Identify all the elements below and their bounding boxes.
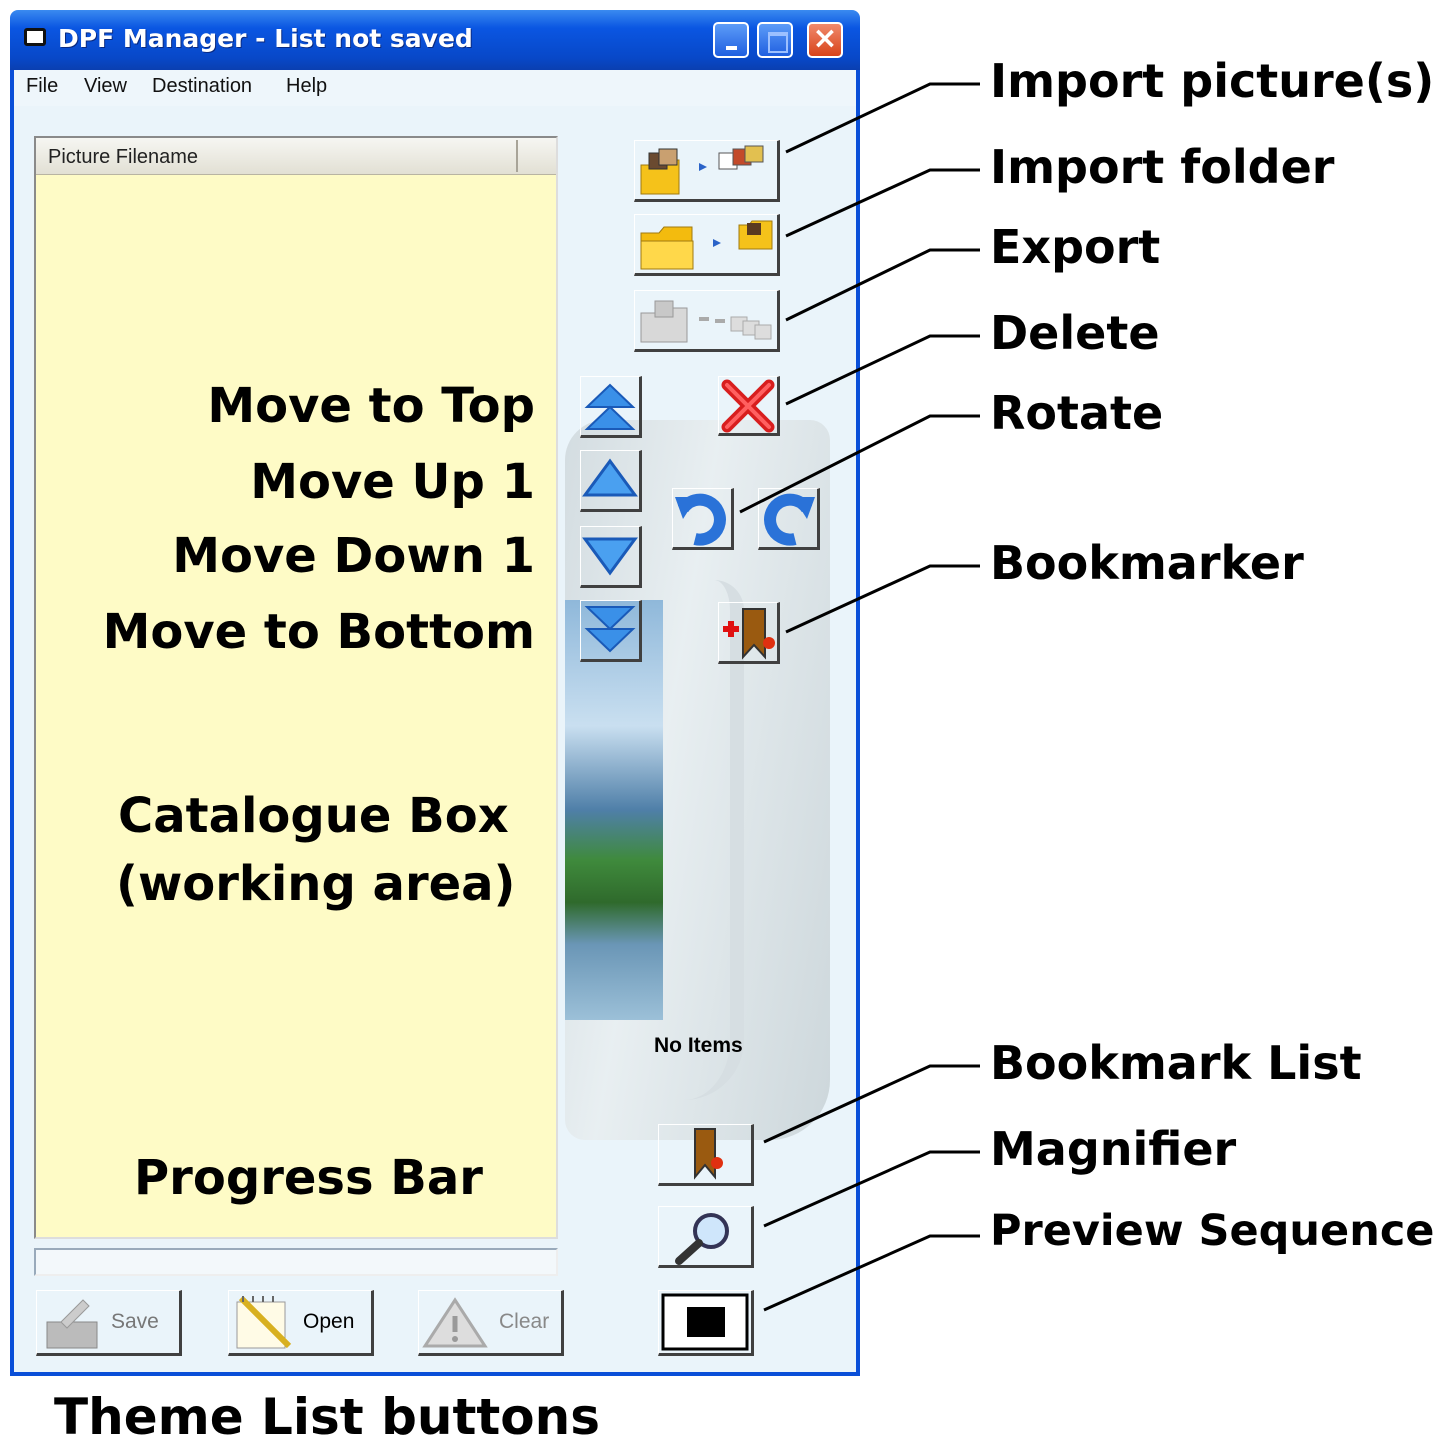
annotation-rotate: Rotate [990, 386, 1164, 440]
annotation-import-folder: Import folder [990, 140, 1335, 194]
annotation-move-up: Move Up 1 [250, 454, 535, 510]
annotation-move-to-top: Move to Top [207, 378, 535, 434]
annotation-preview-sequence: Preview Sequence [990, 1206, 1435, 1256]
annotation-progress-bar: Progress Bar [134, 1150, 483, 1206]
annotation-bookmark-list: Bookmark List [990, 1036, 1362, 1090]
annotation-theme-list-buttons: Theme List buttons [54, 1388, 600, 1446]
annotation-bookmarker: Bookmarker [990, 536, 1304, 590]
annotation-magnifier: Magnifier [990, 1122, 1237, 1176]
annotation-move-to-bottom: Move to Bottom [102, 604, 535, 660]
annotation-catalogue-box: Catalogue Box [118, 788, 509, 844]
annotation-export: Export [990, 220, 1161, 274]
annotation-working-area: (working area) [116, 856, 516, 912]
annotation-move-down: Move Down 1 [172, 528, 535, 584]
annotation-import-pictures: Import picture(s) [990, 54, 1435, 108]
annotation-delete: Delete [990, 306, 1160, 360]
